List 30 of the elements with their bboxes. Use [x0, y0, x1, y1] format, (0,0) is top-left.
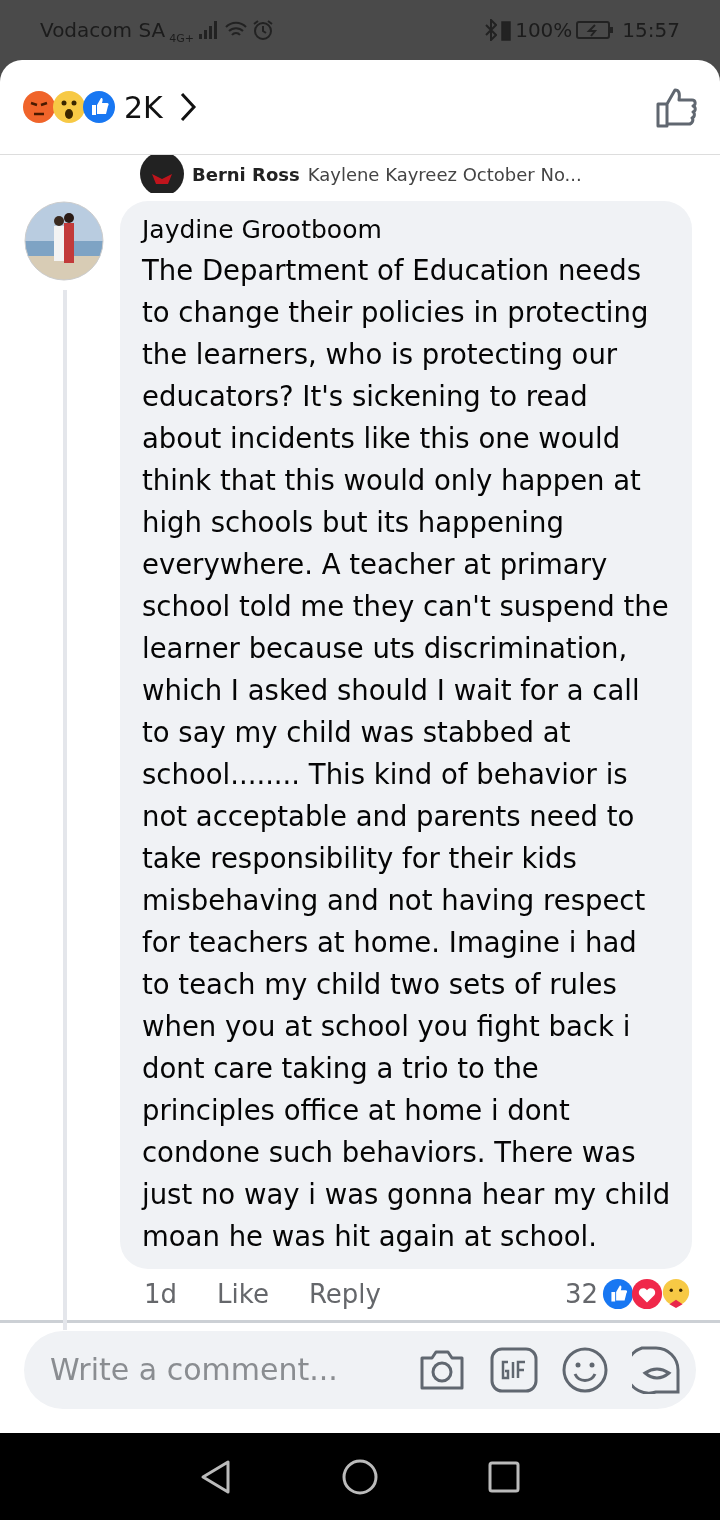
alarm-icon: [251, 19, 274, 41]
comment-action[interactable]: Like: [217, 1274, 269, 1314]
reaction-count[interactable]: 32: [564, 1274, 598, 1314]
love-reaction-icon: [631, 1278, 663, 1310]
emoji-icon[interactable]: [562, 1346, 608, 1393]
like-reaction-icon: [602, 1278, 634, 1310]
comment-field[interactable]: Write a comment...: [24, 1330, 696, 1409]
chevron-right-icon[interactable]: [178, 92, 197, 122]
care-reaction-icon: [660, 1278, 692, 1310]
reply-text: Kaylene Kayreez October No...: [307, 162, 582, 187]
battery-charging-icon: [576, 21, 615, 39]
comment-action[interactable]: Reply: [308, 1274, 381, 1314]
comment-time: 1d: [144, 1277, 178, 1311]
angry-reaction-icon: [22, 90, 56, 124]
recents-icon[interactable]: [488, 1460, 520, 1493]
wow-reaction-icon: [52, 90, 86, 124]
comment-text: The Department of Education needs to change their policies in protecting the learners, who is protecting our educators? It's sickening to read about incidents like this one would think that this would only happen at high schools but its happening everywhere. A teacher at primary school told me they can't suspend the learner because uts discrimination, which I asked should I wait for a call to say my child was stabbed at school........ This kind of behavior is not acceptable and parents need to take responsibility for their kids misbehaving and not having respect for teachers at home. Imagine i had to teach my child two sets of rules when you at school you fight back i dont care taking a trio to the principles office at home i dont condone such behaviors. There was just no way i was gonna hear my child moan he was hit again at school.: [142, 252, 672, 1254]
gif-icon[interactable]: [490, 1346, 538, 1393]
reaction-count[interactable]: 2K: [124, 84, 163, 130]
thumbs-up-icon[interactable]: [656, 86, 698, 128]
reply-author[interactable]: Berni Ross: [192, 160, 300, 188]
avatar[interactable]: [140, 155, 184, 193]
comment-input[interactable]: Write a comment...: [48, 1346, 368, 1393]
sticker-icon[interactable]: [632, 1345, 680, 1394]
back-icon[interactable]: [200, 1458, 232, 1495]
bluetooth-icon: [485, 19, 498, 41]
signal-icon: [197, 20, 220, 40]
home-icon[interactable]: [342, 1458, 378, 1495]
comment-author[interactable]: Jaydine Grootboom: [142, 211, 672, 249]
like-reaction-icon: [82, 90, 116, 124]
